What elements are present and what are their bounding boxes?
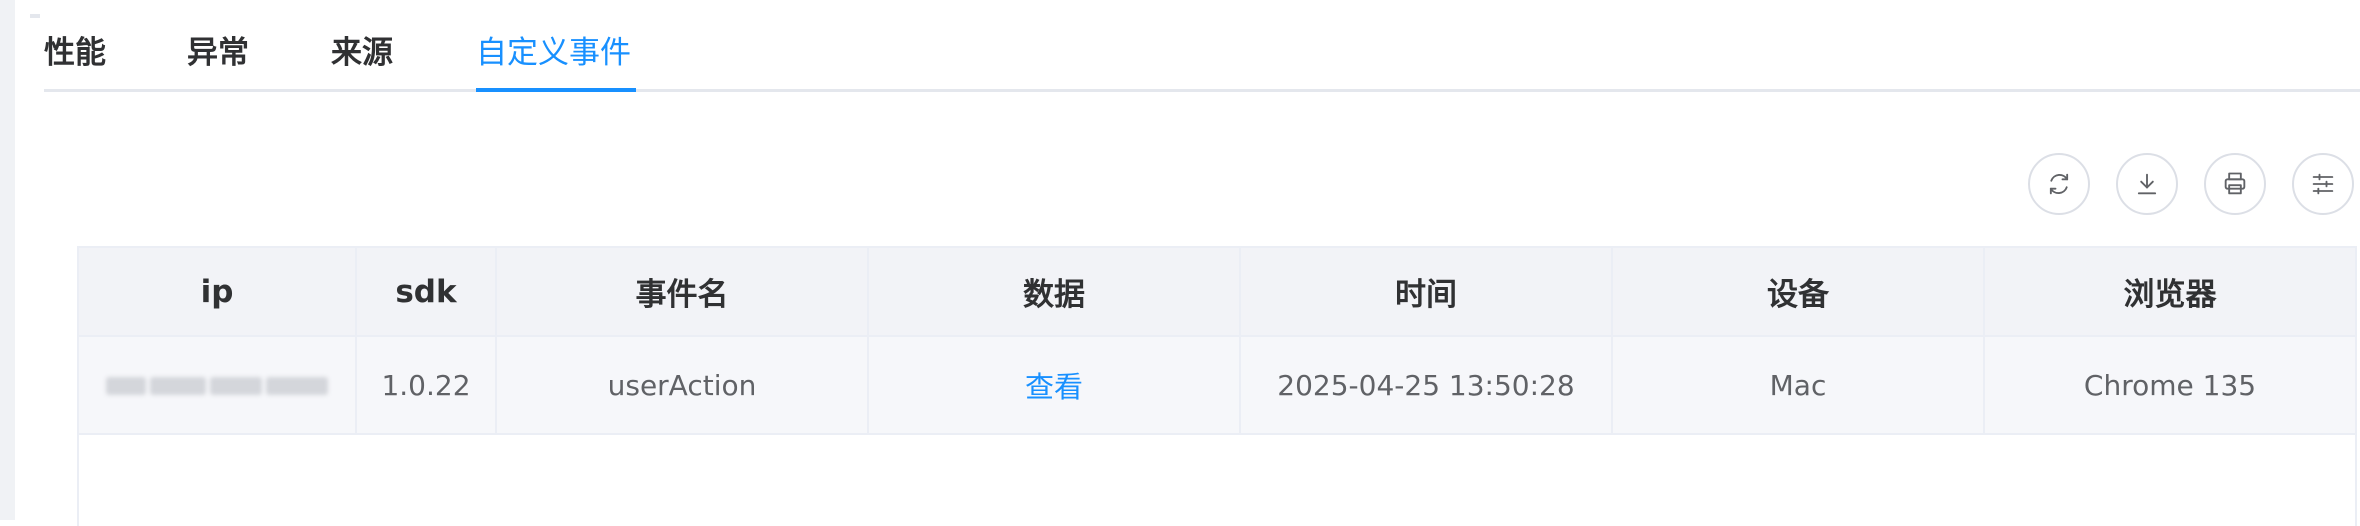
print-icon xyxy=(2224,172,2246,195)
tab-errors[interactable]: 异常 xyxy=(187,28,249,78)
table-header: ip sdk 事件名 数据 时间 设备 浏览器 xyxy=(79,248,2355,337)
view-data-link[interactable]: 查看 xyxy=(1025,364,1083,406)
column-header-device[interactable]: 设备 xyxy=(1613,248,1985,335)
column-header-browser[interactable]: 浏览器 xyxy=(1985,248,2355,335)
tab-bar-divider xyxy=(44,89,2360,92)
table-row[interactable]: 1.0.22 userAction 查看 2025-04-25 13:50:28… xyxy=(79,337,2355,435)
column-settings-icon xyxy=(2312,173,2334,195)
column-header-event-name[interactable]: 事件名 xyxy=(497,248,869,335)
corner-decoration xyxy=(30,14,40,18)
refresh-icon xyxy=(2049,173,2069,195)
cell-ip xyxy=(79,337,357,433)
cell-data: 查看 xyxy=(869,337,1241,433)
cell-sdk: 1.0.22 xyxy=(357,337,497,433)
download-icon xyxy=(2137,173,2157,195)
redacted-ip xyxy=(106,371,328,399)
column-header-data[interactable]: 数据 xyxy=(869,248,1241,335)
cell-browser: Chrome 135 xyxy=(2083,368,2257,402)
column-header-time[interactable]: 时间 xyxy=(1241,248,1613,335)
left-gutter xyxy=(0,0,15,520)
column-settings-button[interactable] xyxy=(2292,153,2354,215)
cell-event-name: userAction xyxy=(497,337,869,433)
cell-device: Mac xyxy=(1613,337,1985,433)
active-tab-indicator xyxy=(476,88,636,92)
tab-custom-events[interactable]: 自定义事件 xyxy=(476,28,631,78)
refresh-button[interactable] xyxy=(2028,153,2090,215)
tab-performance[interactable]: 性能 xyxy=(44,28,106,78)
download-button[interactable] xyxy=(2116,153,2178,215)
column-header-sdk[interactable]: sdk xyxy=(357,248,497,335)
column-header-ip[interactable]: ip xyxy=(79,248,357,335)
tab-sources[interactable]: 来源 xyxy=(331,28,393,78)
events-table: ip sdk 事件名 数据 时间 设备 浏览器 1.0.22 userActio… xyxy=(77,246,2357,526)
cell-time: 2025-04-25 13:50:28 xyxy=(1241,337,1613,433)
print-button[interactable] xyxy=(2204,153,2266,215)
tab-bar: 性能 异常 来源 自定义事件 xyxy=(44,0,2360,92)
